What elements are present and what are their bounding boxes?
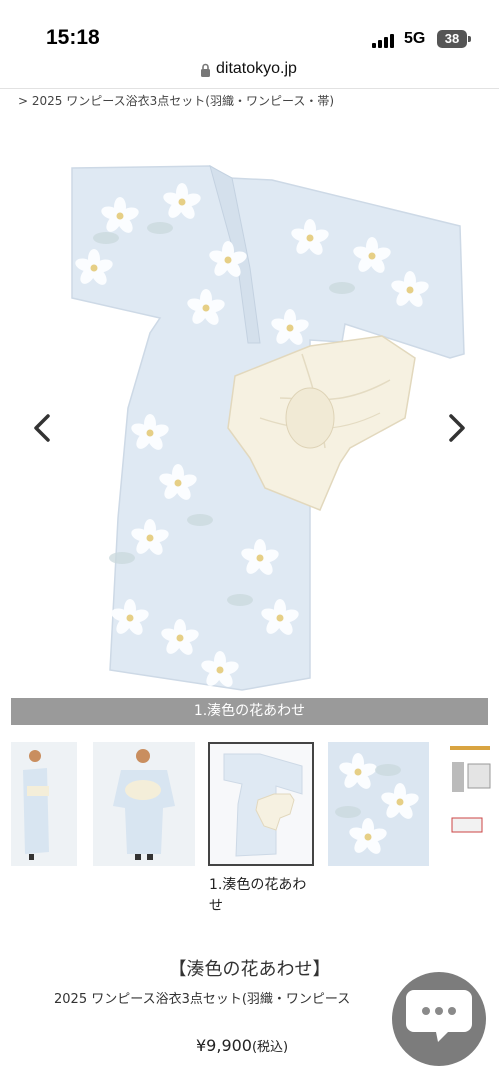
lock-icon [201,63,210,77]
battery-icon: 38 [437,30,467,48]
battery-tip [468,36,471,42]
thumbnail-model-front[interactable] [11,742,77,866]
main-product-image[interactable] [10,118,489,696]
image-caption: 1.湊色の花あわせ [11,698,488,725]
chat-button[interactable] [392,972,486,1066]
breadcrumb[interactable]: > 2025 ワンピース浴衣3点セット(羽織・ワンピース・帯) [18,92,334,109]
price-tax-label: (税込) [251,1040,289,1055]
address-bar[interactable]: ditatokyo.jp [0,58,499,88]
chat-bubble-icon [406,990,472,1042]
thumbnail-flat-lay-selected[interactable] [208,742,314,866]
selected-thumbnail-label: 1.湊色の花あわせ [209,877,307,914]
price-value: ¥9,900 [196,1036,252,1055]
product-subtitle: 2025 ワンピース浴衣3点セット(羽織・ワンピース [54,992,351,1007]
status-bar: 15:18 5G 38 [0,0,499,58]
signal-icon [372,32,398,48]
network-label: 5G [404,30,426,47]
status-time: 15:18 [46,26,100,49]
next-image-arrow-icon[interactable] [444,412,468,444]
thumbnail-size-chart[interactable] [444,742,499,866]
thumbnail-model-back[interactable] [93,742,195,866]
product-price: ¥9,900(税込) [196,1036,288,1055]
header-divider [0,88,499,89]
thumbnail-fabric-closeup[interactable] [328,742,429,866]
url-text: ditatokyo.jp [216,60,297,77]
previous-image-arrow-icon[interactable] [31,412,55,444]
